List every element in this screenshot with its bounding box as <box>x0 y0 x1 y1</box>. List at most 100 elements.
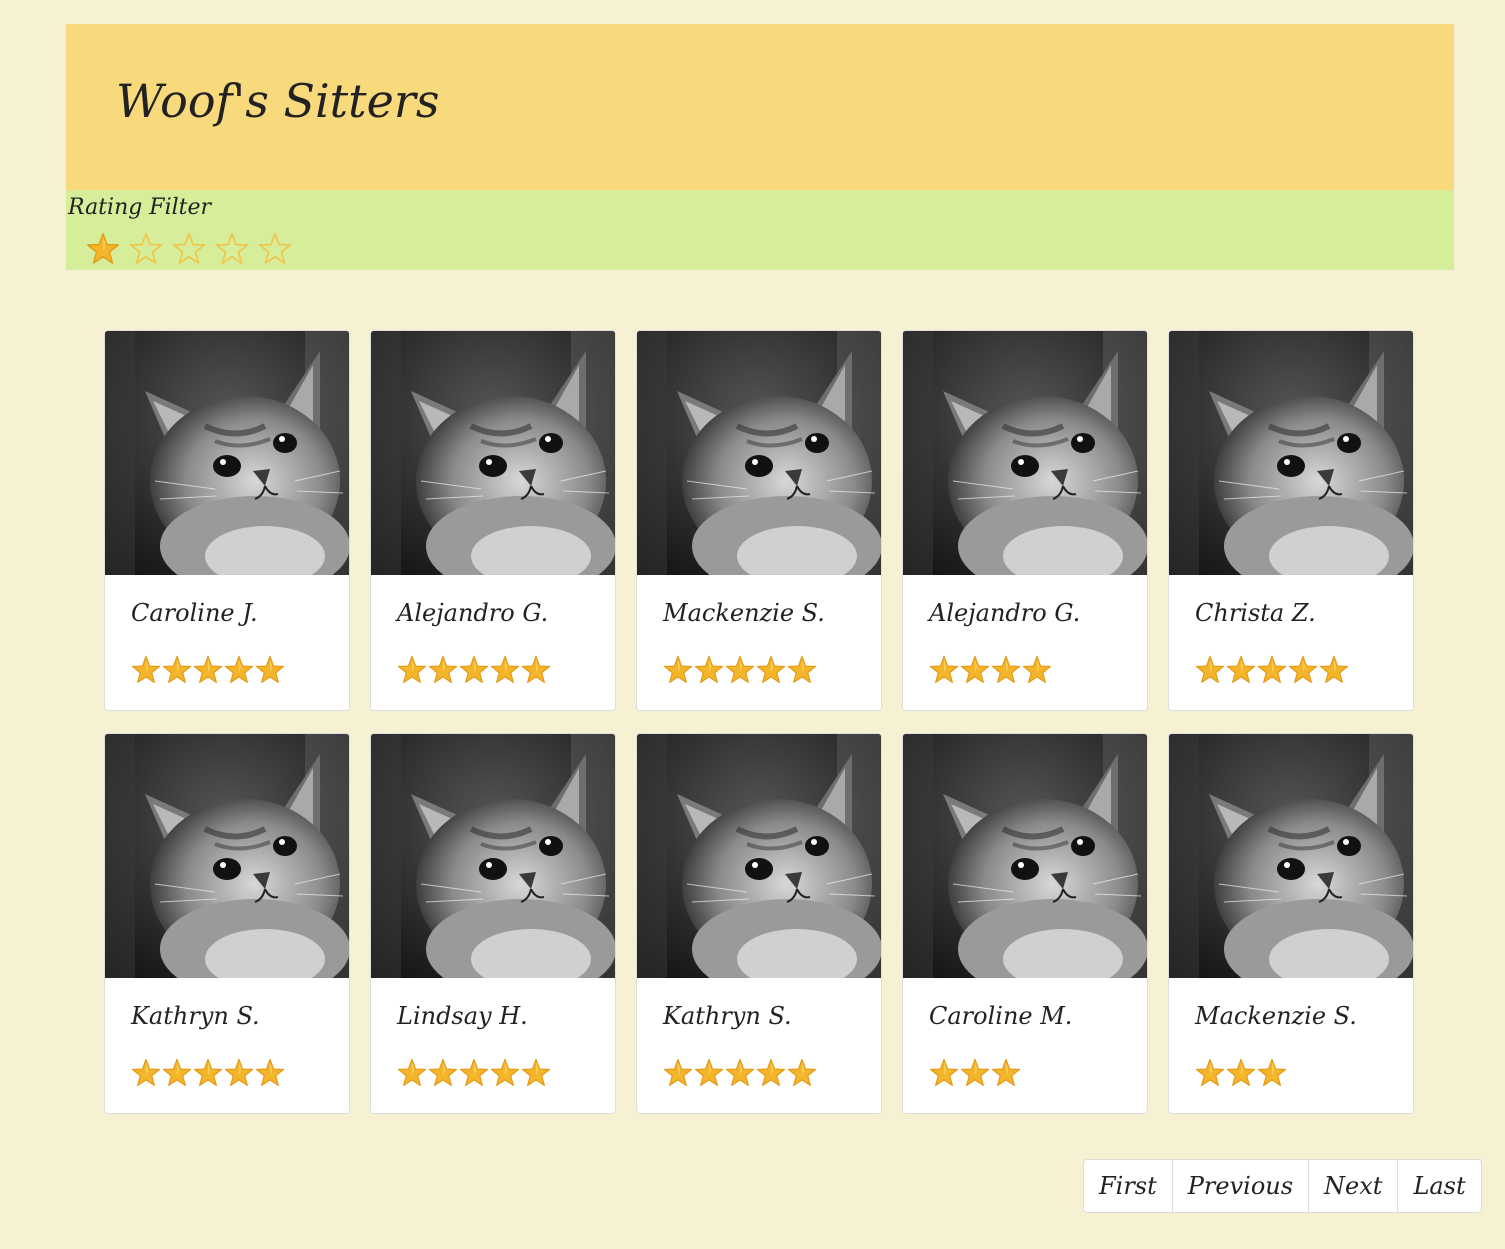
sitter-card[interactable]: Alejandro G. <box>902 330 1148 711</box>
star-filled-icon <box>193 1058 223 1088</box>
previous-page-button[interactable]: Previous <box>1173 1160 1310 1212</box>
star-filled-icon <box>397 1058 427 1088</box>
star-filled-icon <box>224 655 254 685</box>
sitter-card[interactable]: Kathryn S. <box>636 733 882 1114</box>
rating-filter-bar: Rating Filter <box>66 190 1454 270</box>
star-filled-icon <box>694 655 724 685</box>
kitten-photo <box>903 331 1147 575</box>
sitter-name: Christa Z. <box>1195 599 1316 627</box>
star-filled-icon <box>193 655 223 685</box>
star-filled-icon <box>725 655 755 685</box>
sitter-card[interactable]: Kathryn S. <box>104 733 350 1114</box>
star-filled-icon <box>960 655 990 685</box>
last-page-button[interactable]: Last <box>1398 1160 1480 1212</box>
star-filled-icon <box>162 655 192 685</box>
sitter-rating <box>929 655 1053 685</box>
sitter-card[interactable]: Alejandro G. <box>370 330 616 711</box>
pagination: First Previous Next Last <box>1083 1159 1482 1213</box>
star-filled-icon <box>1226 655 1256 685</box>
sitter-rating <box>397 655 552 685</box>
star-filled-icon <box>960 1058 990 1088</box>
sitter-rating <box>1195 1058 1288 1088</box>
next-page-button[interactable]: Next <box>1309 1160 1399 1212</box>
star-filled-icon <box>1257 1058 1287 1088</box>
star-outline-icon[interactable] <box>172 232 208 266</box>
star-filled-icon <box>787 655 817 685</box>
kitten-photo <box>371 734 615 978</box>
sitter-name: Kathryn S. <box>663 1002 792 1030</box>
star-filled-icon <box>1195 655 1225 685</box>
rating-filter-label: Rating Filter <box>68 195 212 220</box>
star-filled-icon <box>663 1058 693 1088</box>
star-filled-icon <box>224 1058 254 1088</box>
sitter-name: Alejandro G. <box>397 599 549 627</box>
sitter-grid: Caroline J. Alejandro G. Mackenzie S. Aleja… <box>104 330 1416 1114</box>
star-filled-icon <box>428 1058 458 1088</box>
star-filled-icon <box>459 1058 489 1088</box>
star-filled-icon <box>694 1058 724 1088</box>
sitter-name: Caroline J. <box>131 599 258 627</box>
star-filled-icon <box>428 655 458 685</box>
kitten-photo <box>105 331 349 575</box>
app-title: Woof's Sitters <box>116 74 440 128</box>
kitten-photo <box>1169 734 1413 978</box>
sitter-card[interactable]: Christa Z. <box>1168 330 1414 711</box>
star-filled-icon <box>1257 655 1287 685</box>
star-filled-icon <box>490 655 520 685</box>
star-filled-icon <box>1288 655 1318 685</box>
sitter-card[interactable]: Caroline J. <box>104 330 350 711</box>
sitter-rating <box>131 655 286 685</box>
star-filled-icon <box>991 1058 1021 1088</box>
sitter-name: Alejandro G. <box>929 599 1081 627</box>
first-page-button[interactable]: First <box>1084 1160 1173 1212</box>
kitten-photo <box>637 331 881 575</box>
star-filled-icon <box>1195 1058 1225 1088</box>
sitter-card[interactable]: Caroline M. <box>902 733 1148 1114</box>
rating-filter-stars <box>86 232 301 266</box>
star-filled-icon <box>756 1058 786 1088</box>
sitter-card[interactable]: Lindsay H. <box>370 733 616 1114</box>
sitter-card[interactable]: Mackenzie S. <box>636 330 882 711</box>
star-filled-icon <box>131 655 161 685</box>
star-outline-icon[interactable] <box>215 232 251 266</box>
sitter-rating <box>1195 655 1350 685</box>
star-filled-icon <box>756 655 786 685</box>
kitten-photo <box>105 734 349 978</box>
kitten-photo <box>637 734 881 978</box>
kitten-photo <box>1169 331 1413 575</box>
star-filled-icon <box>397 655 427 685</box>
star-outline-icon[interactable] <box>258 232 294 266</box>
star-filled-icon <box>663 655 693 685</box>
sitter-rating <box>397 1058 552 1088</box>
sitter-rating <box>929 1058 1022 1088</box>
star-filled-icon <box>255 1058 285 1088</box>
sitter-name: Caroline M. <box>929 1002 1073 1030</box>
kitten-photo <box>903 734 1147 978</box>
star-filled-icon <box>1226 1058 1256 1088</box>
sitter-rating <box>131 1058 286 1088</box>
star-filled-icon <box>929 655 959 685</box>
star-filled-icon <box>459 655 489 685</box>
star-filled-icon <box>725 1058 755 1088</box>
kitten-photo <box>371 331 615 575</box>
page-header: Woof's Sitters <box>66 24 1454 190</box>
star-filled-icon <box>1319 655 1349 685</box>
sitter-card[interactable]: Mackenzie S. <box>1168 733 1414 1114</box>
star-filled-icon <box>162 1058 192 1088</box>
sitter-name: Mackenzie S. <box>1195 1002 1357 1030</box>
sitter-name: Mackenzie S. <box>663 599 825 627</box>
star-filled-icon[interactable] <box>86 232 122 266</box>
star-filled-icon <box>1022 655 1052 685</box>
sitter-name: Lindsay H. <box>397 1002 528 1030</box>
star-filled-icon <box>991 655 1021 685</box>
star-filled-icon <box>490 1058 520 1088</box>
sitter-rating <box>663 655 818 685</box>
star-filled-icon <box>787 1058 817 1088</box>
star-filled-icon <box>929 1058 959 1088</box>
star-filled-icon <box>521 1058 551 1088</box>
sitter-name: Kathryn S. <box>131 1002 260 1030</box>
sitter-rating <box>663 1058 818 1088</box>
star-filled-icon <box>131 1058 161 1088</box>
star-filled-icon <box>521 655 551 685</box>
star-outline-icon[interactable] <box>129 232 165 266</box>
